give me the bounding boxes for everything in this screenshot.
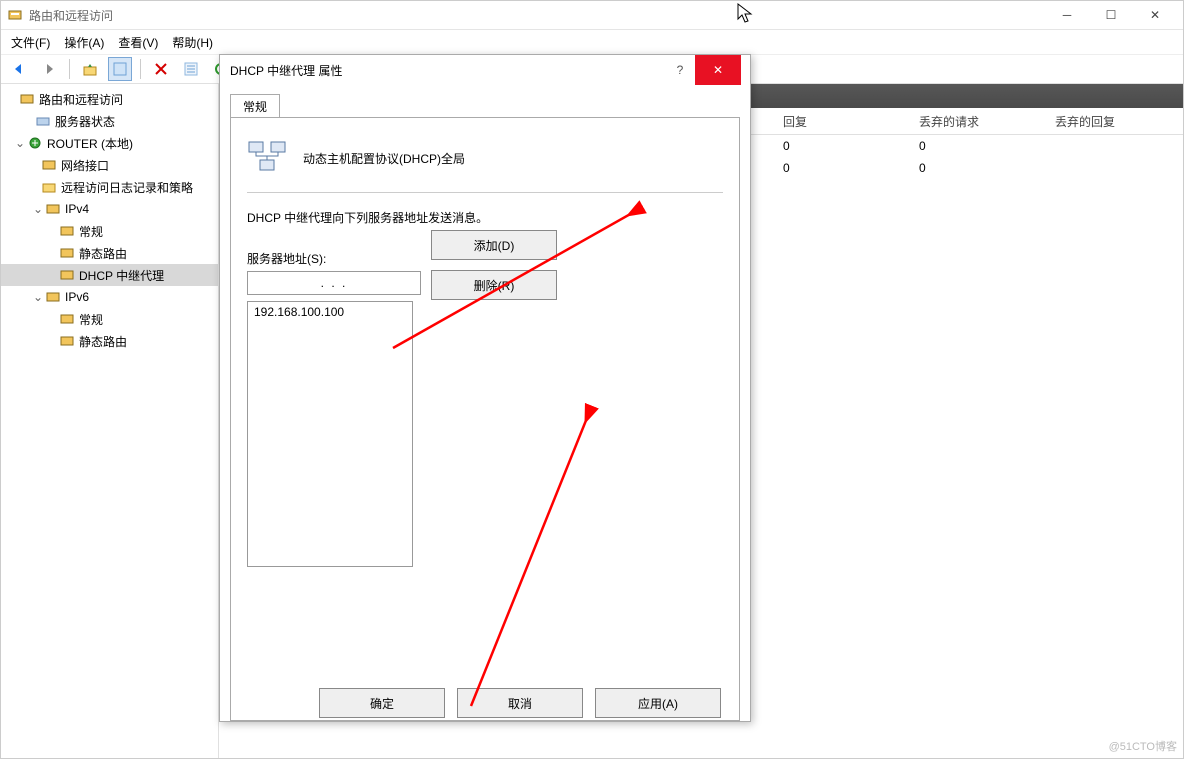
menubar: 文件(F) 操作(A) 查看(V) 帮助(H) xyxy=(1,30,1183,55)
col-discard-reply[interactable]: 丢弃的回复 xyxy=(1047,113,1183,130)
tabstrip: 常规 xyxy=(230,93,740,117)
tree-router[interactable]: ⌄ ROUTER (本地) xyxy=(1,132,218,154)
main-panel: 回复 丢弃的请求 丢弃的回复 0 0 0 0 DHCP 中继代理 属性 xyxy=(219,84,1183,759)
menu-view[interactable]: 查看(V) xyxy=(118,34,158,51)
back-icon[interactable] xyxy=(7,57,31,81)
main-window: 路由和远程访问 ─ ☐ ✕ 文件(F) 操作(A) 查看(V) 帮助(H) ? … xyxy=(0,0,1184,759)
app-icon xyxy=(7,7,23,23)
tree-server-status[interactable]: 服务器状态 xyxy=(1,110,218,132)
apply-button[interactable]: 应用(A) xyxy=(595,688,721,718)
dialog-help-button[interactable]: ? xyxy=(665,63,695,77)
dhcp-heading: 动态主机配置协议(DHCP)全局 xyxy=(247,134,723,193)
close-button[interactable]: ✕ xyxy=(1133,1,1177,29)
delete-icon[interactable] xyxy=(149,57,173,81)
tree-panel: 路由和远程访问 服务器状态 ⌄ ROUTER (本地) 网络接口 远程访问日志记… xyxy=(1,84,219,759)
minimize-button[interactable]: ─ xyxy=(1045,1,1089,29)
properties-icon[interactable] xyxy=(108,57,132,81)
dialog-titlebar: DHCP 中继代理 属性 ? ✕ xyxy=(220,55,750,85)
tree-ipv6[interactable]: ⌄ IPv6 xyxy=(1,286,218,308)
tree-ipv4-static[interactable]: 静态路由 xyxy=(1,242,218,264)
tree-ipv4-dhcp[interactable]: DHCP 中继代理 xyxy=(1,264,218,286)
description-text: DHCP 中继代理向下列服务器地址发送消息。 xyxy=(247,209,723,226)
tab-general[interactable]: 常规 xyxy=(230,94,280,118)
menu-action[interactable]: 操作(A) xyxy=(64,34,104,51)
network-computers-icon xyxy=(247,140,287,176)
server-address-listbox[interactable]: 192.168.100.100 xyxy=(247,301,413,567)
watermark: @51CTO博客 xyxy=(1109,738,1177,754)
menu-file[interactable]: 文件(F) xyxy=(11,34,50,51)
menu-help[interactable]: 帮助(H) xyxy=(172,34,213,51)
delete-button[interactable]: 删除(R) xyxy=(431,270,557,300)
window-title: 路由和远程访问 xyxy=(29,7,113,24)
annotation-arrow-icon xyxy=(451,398,611,718)
cancel-button[interactable]: 取消 xyxy=(457,688,583,718)
heading-text: 动态主机配置协议(DHCP)全局 xyxy=(303,150,465,167)
add-button[interactable]: 添加(D) xyxy=(431,230,557,260)
col-discard-req[interactable]: 丢弃的请求 xyxy=(911,113,1047,130)
list-item[interactable]: 192.168.100.100 xyxy=(250,304,410,320)
tree-root[interactable]: 路由和远程访问 xyxy=(1,88,218,110)
col-reply[interactable]: 回复 xyxy=(775,113,911,130)
content: 路由和远程访问 服务器状态 ⌄ ROUTER (本地) 网络接口 远程访问日志记… xyxy=(1,84,1183,759)
tab-pane: 动态主机配置协议(DHCP)全局 DHCP 中继代理向下列服务器地址发送消息。 … xyxy=(230,117,740,721)
tree-ipv4-general[interactable]: 常规 xyxy=(1,220,218,242)
maximize-button[interactable]: ☐ xyxy=(1089,1,1133,29)
cursor-icon xyxy=(737,3,755,25)
server-address-input[interactable]: . . . xyxy=(247,271,421,295)
titlebar: 路由和远程访问 ─ ☐ ✕ xyxy=(1,1,1183,30)
tree-ipv6-static[interactable]: 静态路由 xyxy=(1,330,218,352)
ok-button[interactable]: 确定 xyxy=(319,688,445,718)
dialog-close-button[interactable]: ✕ xyxy=(695,55,741,85)
forward-icon[interactable] xyxy=(37,57,61,81)
tree-net-if[interactable]: 网络接口 xyxy=(1,154,218,176)
tree-remote-log[interactable]: 远程访问日志记录和策略 xyxy=(1,176,218,198)
dhcp-relay-properties-dialog: DHCP 中继代理 属性 ? ✕ 常规 xyxy=(219,54,751,722)
up-icon[interactable] xyxy=(78,57,102,81)
tree-ipv4[interactable]: ⌄ IPv4 xyxy=(1,198,218,220)
list-icon[interactable] xyxy=(179,57,203,81)
tree-ipv6-general[interactable]: 常规 xyxy=(1,308,218,330)
dialog-title: DHCP 中继代理 属性 xyxy=(230,62,342,79)
